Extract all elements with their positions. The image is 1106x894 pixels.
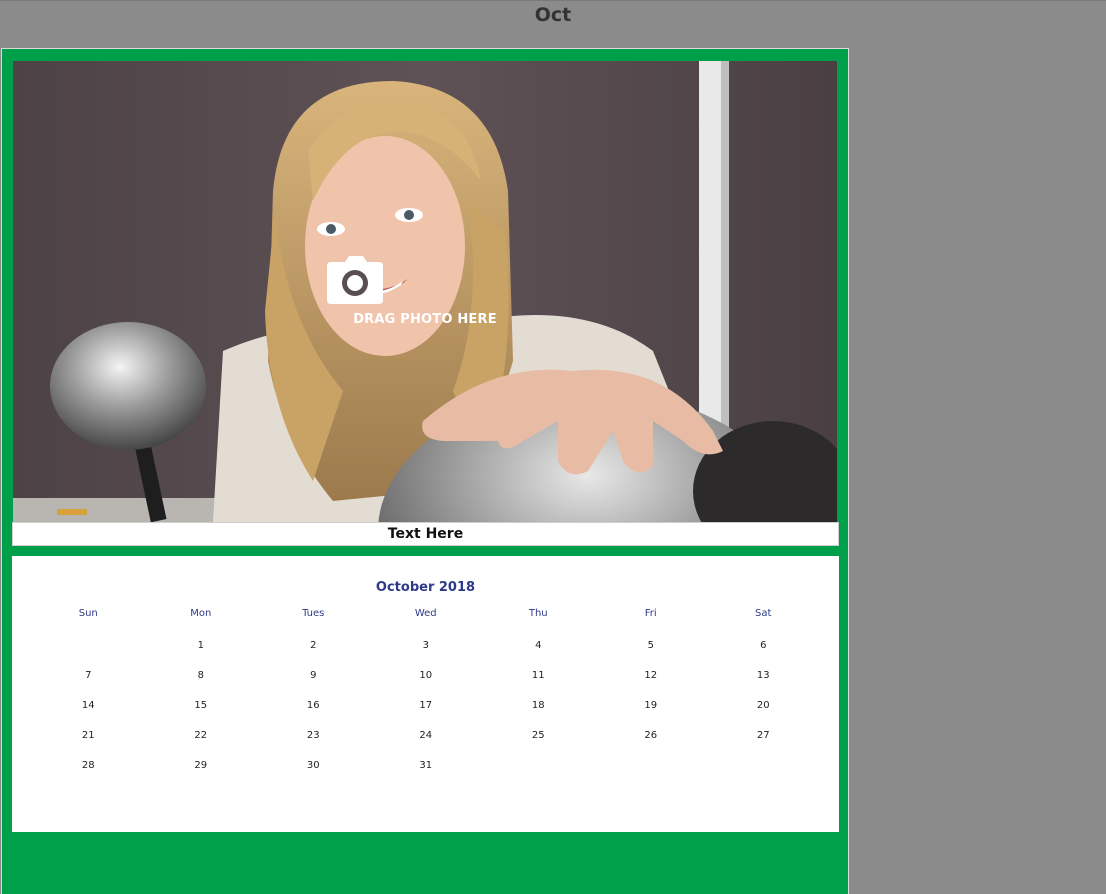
day-cell: 12 [644,670,658,681]
day-cell: 19 [644,700,658,711]
day-cell: 28 [81,760,95,771]
weekday-label: Tues [302,608,325,619]
day-cell: 17 [419,700,433,711]
day-cell: 14 [81,700,95,711]
day-cell: 4 [535,640,542,651]
weekday-label: Mon [190,608,212,619]
camera-icon [327,256,383,304]
day-cell: 6 [760,640,767,651]
day-cell: 29 [194,760,208,771]
day-cell: 20 [756,700,770,711]
day-cell: 16 [306,700,320,711]
week-row: 7 8 9 10 11 12 13 [32,662,820,692]
caption-text[interactable]: Text Here [12,522,839,546]
weekday-label: Wed [414,608,437,619]
calendar-panel: October 2018 Sun Mon Tues Wed Thu Fri Sa… [12,556,839,832]
day-cell: 5 [647,640,654,651]
drag-photo-label: DRAG PHOTO HERE [353,312,497,327]
weekday-label: Sun [78,608,98,619]
week-row: 28 29 30 31 [32,752,820,782]
calendar-grid: Sun Mon Tues Wed Thu Fri Sat 1 2 3 4 5 6… [32,604,820,782]
day-cell: 7 [85,670,92,681]
day-cell: 26 [644,730,658,741]
day-cell [32,632,145,662]
day-cell: 24 [419,730,433,741]
weekday-header-row: Sun Mon Tues Wed Thu Fri Sat [32,604,820,632]
week-row: 14 15 16 17 18 19 20 [32,692,820,722]
weekday-label: Fri [644,608,657,619]
day-cell: 15 [194,700,208,711]
week-row: 21 22 23 24 25 26 27 [32,722,820,752]
day-cell: 3 [422,640,429,651]
day-cell: 8 [197,670,204,681]
day-cell: 1 [197,640,204,651]
calendar-title: October 2018 [375,580,476,595]
day-cell: 21 [81,730,95,741]
week-row: 1 2 3 4 5 6 [32,632,820,662]
calendar-page: DRAG PHOTO HERE Text Here October 2018 S… [1,48,849,894]
day-cell: 25 [531,730,545,741]
weekday-label: Sat [755,608,772,619]
day-cell [707,752,820,782]
month-header: Oct [0,0,1106,48]
day-cell: 9 [310,670,317,681]
day-cell [482,752,595,782]
photo-drop-zone[interactable]: DRAG PHOTO HERE [13,61,837,522]
day-cell [595,752,708,782]
day-cell: 27 [756,730,770,741]
day-cell: 2 [310,640,317,651]
day-cell: 11 [531,670,545,681]
weekday-label: Thu [528,608,548,619]
day-cell: 31 [419,760,433,771]
day-cell: 10 [419,670,433,681]
day-cell: 23 [306,730,320,741]
day-cell: 18 [531,700,545,711]
day-cell: 22 [194,730,208,741]
day-cell: 13 [756,670,770,681]
drag-photo-overlay[interactable]: DRAG PHOTO HERE [325,256,525,336]
day-cell: 30 [306,760,320,771]
